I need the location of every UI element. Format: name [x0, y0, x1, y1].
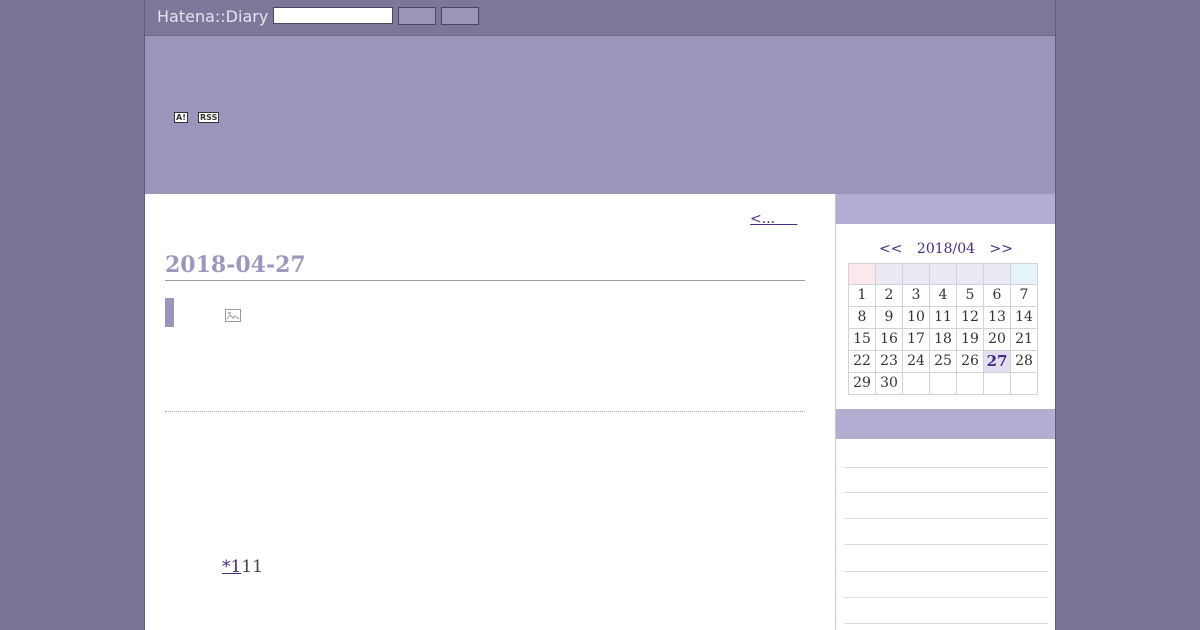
sidebar-list-separator — [844, 544, 1048, 545]
footnote: *111 — [222, 557, 263, 577]
calendar-day — [902, 372, 930, 395]
broken-image-icon — [225, 307, 241, 322]
calendar: 1 2 3 4 5 6 7 8 9 10 11 12 13 14 15 16 1… — [848, 263, 1038, 395]
calendar-day: 11 — [929, 306, 957, 329]
calendar-day: 2 — [875, 284, 903, 307]
weekday-header — [929, 263, 957, 285]
sidebar-section-header — [836, 194, 1055, 224]
calendar-day — [983, 372, 1011, 395]
entry-date-title[interactable]: 2018-04-27 — [165, 252, 805, 281]
weekday-header — [848, 263, 876, 285]
calendar-month-link[interactable]: 2018/04 — [917, 241, 975, 257]
sidebar-list-separator — [844, 518, 1048, 519]
entry-divider — [165, 411, 805, 412]
sidebar-list-separator — [844, 571, 1048, 572]
calendar-day: 24 — [902, 350, 930, 373]
calendar-next-link[interactable]: >> — [990, 241, 1013, 257]
calendar-day: 13 — [983, 306, 1011, 329]
sidebar-section-header — [836, 409, 1055, 439]
weekday-header — [902, 263, 930, 285]
calendar-day: 28 — [1010, 350, 1038, 373]
page: Hatena::Diary A! RSS <... 2018-04-27 *11… — [144, 0, 1056, 630]
calendar-week: 29 30 — [848, 372, 1038, 395]
calendar-day: 9 — [875, 306, 903, 329]
calendar-day — [929, 372, 957, 395]
calendar-day: 7 — [1010, 284, 1038, 307]
main-content: <... 2018-04-27 *111 — [145, 194, 835, 630]
search-input[interactable] — [273, 7, 393, 24]
calendar-day: 6 — [983, 284, 1011, 307]
search-button[interactable] — [398, 7, 436, 25]
calendar-week: 15 16 17 18 19 20 21 — [848, 328, 1038, 351]
sidebar-list-separator — [844, 623, 1048, 624]
calendar-day: 29 — [848, 372, 876, 395]
calendar-day: 19 — [956, 328, 984, 351]
sidebar-list-separator — [844, 492, 1048, 493]
weekday-header — [1010, 263, 1038, 285]
calendar-day: 23 — [875, 350, 903, 373]
calendar-day: 22 — [848, 350, 876, 373]
footnote-link[interactable]: *1 — [222, 557, 241, 577]
sidebar-list-separator — [844, 467, 1048, 468]
calendar-day: 14 — [1010, 306, 1038, 329]
calendar-day — [1010, 372, 1038, 395]
calendar-day: 8 — [848, 306, 876, 329]
footnote-text: 11 — [241, 557, 263, 577]
antenna-badge[interactable]: A! — [174, 112, 188, 123]
weekday-header — [983, 263, 1011, 285]
calendar-day: 17 — [902, 328, 930, 351]
calendar-day — [956, 372, 984, 395]
calendar-day: 26 — [956, 350, 984, 373]
calendar-day: 4 — [929, 284, 957, 307]
prev-link-label: <... — [750, 211, 776, 227]
calendar-day: 10 — [902, 306, 930, 329]
calendar-day: 1 — [848, 284, 876, 307]
calendar-day: 5 — [956, 284, 984, 307]
calendar-day: 15 — [848, 328, 876, 351]
hatena-diary-logo[interactable]: Hatena::Diary — [157, 7, 268, 26]
section-marker — [165, 298, 174, 327]
rss-badge[interactable]: RSS — [198, 112, 220, 123]
calendar-day-today-link[interactable]: 27 — [983, 350, 1011, 373]
calendar-day: 18 — [929, 328, 957, 351]
calendar-day: 25 — [929, 350, 957, 373]
calendar-week: 1 2 3 4 5 6 7 — [848, 284, 1038, 307]
calendar-day: 30 — [875, 372, 903, 395]
hatena-topbar: Hatena::Diary — [145, 0, 1055, 36]
weekday-header — [875, 263, 903, 285]
weekday-header — [956, 263, 984, 285]
calendar-day: 20 — [983, 328, 1011, 351]
calendar-nav: << 2018/04 >> — [836, 241, 1055, 257]
calendar-prev-link[interactable]: << — [879, 241, 902, 257]
calendar-day: 16 — [875, 328, 903, 351]
calendar-day: 12 — [956, 306, 984, 329]
topbar-button[interactable] — [441, 7, 479, 25]
calendar-week: 8 9 10 11 12 13 14 — [848, 306, 1038, 329]
sidebar: << 2018/04 >> 1 2 3 4 5 6 7 8 9 10 11 12… — [835, 194, 1055, 630]
prev-entries-link[interactable]: <... — [750, 211, 797, 227]
calendar-week: 22 23 24 25 26 27 28 — [848, 350, 1038, 373]
sidebar-list-separator — [844, 597, 1048, 598]
calendar-day: 21 — [1010, 328, 1038, 351]
calendar-weekday-row — [848, 263, 1038, 285]
diary-header: A! RSS — [145, 36, 1055, 194]
calendar-day: 3 — [902, 284, 930, 307]
